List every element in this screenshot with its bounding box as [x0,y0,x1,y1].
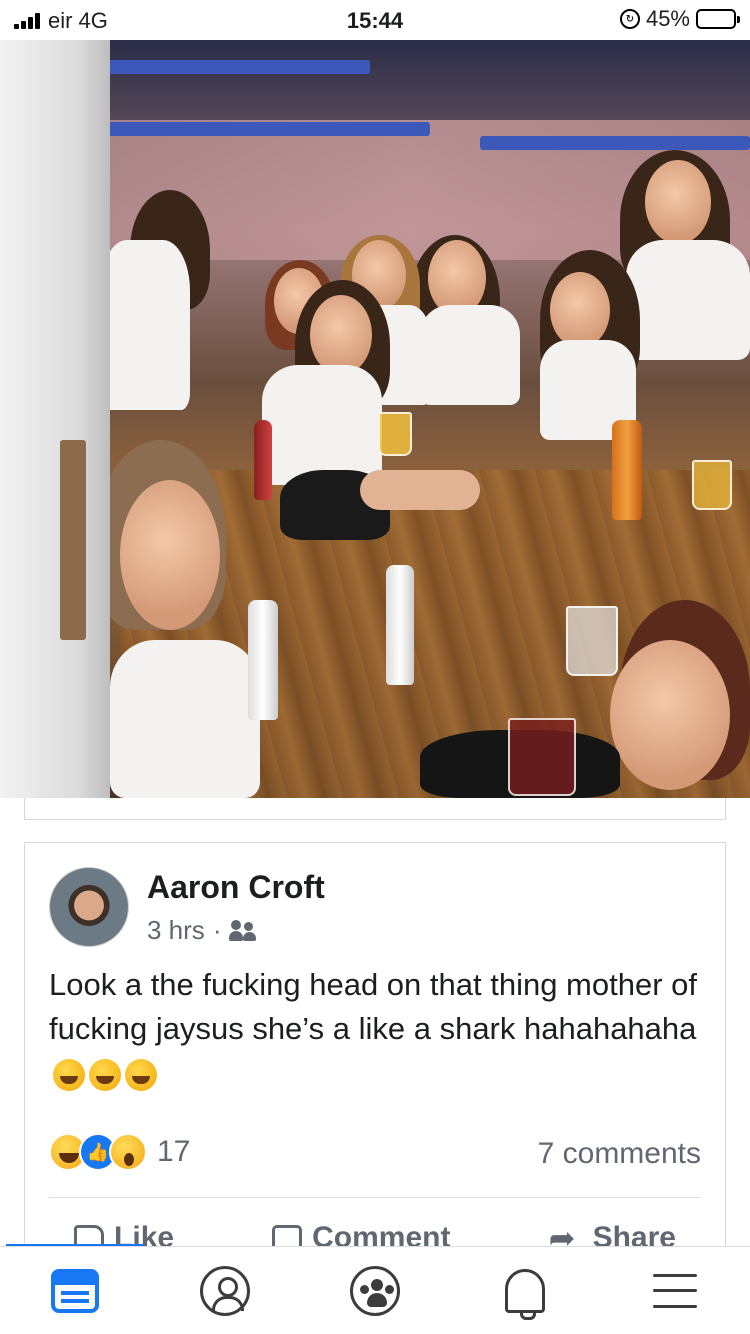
photo-bunk [480,136,750,150]
nav-menu[interactable] [648,1264,702,1318]
photo-bottle [248,600,278,720]
photo-bottle [386,565,414,685]
photo-person [420,305,520,405]
author-name[interactable]: Aaron Croft [147,869,325,906]
nav-profile[interactable] [198,1264,252,1318]
photo-bottle [254,420,272,500]
photo-door-hinge [60,440,86,640]
photo-person [120,480,220,630]
bottom-nav [0,1246,750,1334]
photo-person [262,365,382,485]
status-right: ↻ 45% [619,6,740,32]
photo-cup [508,718,576,796]
photo-cup [378,412,412,456]
battery-icon [696,9,740,29]
groups-icon [350,1265,400,1316]
post-body: Look a the fucking head on that thing mo… [49,967,698,1046]
photo-person [550,272,610,348]
orientation-lock-icon: ↻ [619,9,640,29]
photo-bunk [70,60,370,74]
meta-separator: · [212,915,222,945]
photo-person [610,640,730,790]
laughing-emoji-icon [53,1058,85,1091]
news-feed-icon [51,1268,99,1313]
post-meta: 3 hrs · [147,915,259,946]
photo-person [645,160,711,244]
photo-bunk [70,122,430,136]
photo-person [360,470,480,510]
photo-bottle [612,420,642,520]
laughing-emoji-icon [89,1058,121,1091]
nav-groups[interactable] [348,1264,402,1318]
photo-door [0,40,110,798]
photo-person [626,240,750,360]
post-time[interactable]: 3 hrs [147,915,205,946]
photo-cup [566,606,618,676]
friends-icon[interactable] [229,919,259,942]
post-text: Look a the fucking head on that thing mo… [49,963,709,1095]
laughing-emoji-icon [125,1058,157,1091]
battery-percent: 45% [645,6,690,31]
photo-person [100,240,190,410]
reactions-summary[interactable]: 👍 17 [49,1133,190,1171]
menu-icon [653,1273,697,1308]
post-card: Aaron Croft 3 hrs · Look a the fucking h… [24,842,726,1262]
photo-cup [692,460,732,510]
previous-card-bottom [24,798,726,820]
reaction-count: 17 [157,1135,191,1168]
profile-icon [200,1265,250,1316]
comments-count[interactable]: 7 comments [538,1137,701,1171]
divider [49,1197,701,1198]
status-bar: eir 4G 15:44 ↻ 45% [0,0,750,40]
photo-person [310,295,372,375]
nav-feed[interactable] [48,1264,102,1318]
bell-icon [505,1268,545,1320]
post-photo[interactable] [0,40,750,798]
wow-reaction-icon [109,1133,147,1171]
photo-person [110,640,260,798]
nav-notifications[interactable] [498,1264,552,1320]
author-avatar[interactable] [49,867,129,947]
